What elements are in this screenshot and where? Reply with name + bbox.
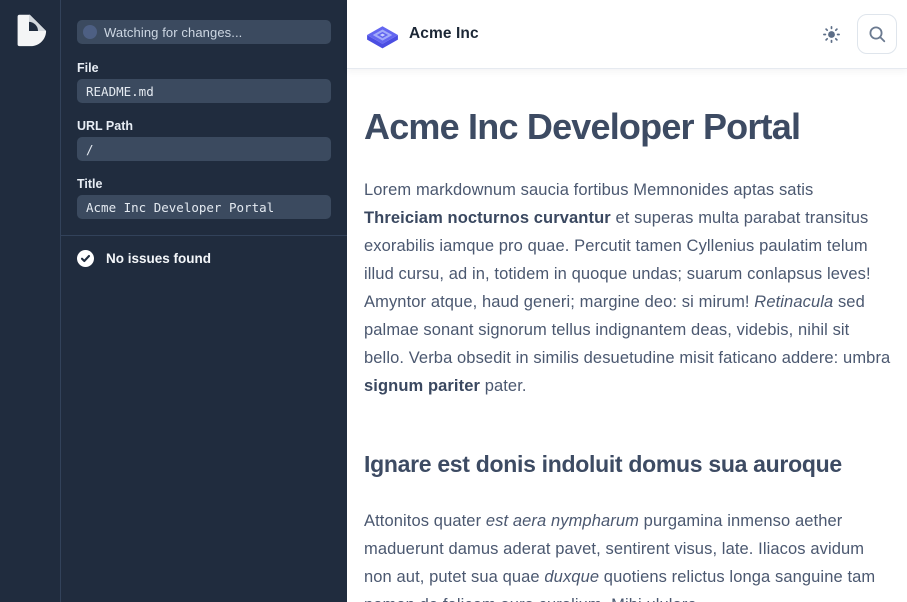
sidebar-rail [0,0,61,602]
magnifier-icon [868,25,887,44]
preview-scroll-area[interactable]: Acme Inc Developer Portal Lorem markdown… [347,69,907,602]
site-header: Acme Inc [347,0,907,69]
paragraph: Attonitos quater est aera nympharum purg… [364,507,891,602]
sidebar-panel: Watching for changes... File URL Path Ti… [61,0,347,602]
search-button[interactable] [857,14,897,54]
app-window: Watching for changes... File URL Path Ti… [0,0,907,602]
field-url-path: URL Path [77,119,331,161]
file-field-input[interactable] [77,79,331,103]
check-circle-icon [77,250,94,267]
title-field-input[interactable] [77,195,331,219]
metadata-fields: File URL Path Title [77,61,331,219]
decap-d-logo-icon [10,11,48,49]
section-heading: Ignare est donis indoluit domus sua auro… [364,450,891,479]
theme-toggle-button[interactable] [819,22,844,47]
watch-status: Watching for changes... [77,20,331,44]
site-preview: Acme Inc [347,0,907,602]
issues-status-label: No issues found [106,251,211,266]
doc-article: Acme Inc Developer Portal Lorem markdown… [347,69,907,602]
url-path-field-input[interactable] [77,137,331,161]
paragraph: Lorem markdownum saucia fortibus Memnoni… [364,176,891,400]
issues-section: No issues found [61,235,347,267]
file-field-label: File [77,61,331,75]
editor-sidebar: Watching for changes... File URL Path Ti… [0,0,347,602]
brand-name: Acme Inc [409,25,479,43]
pulse-dot-icon [83,25,97,39]
url-path-field-label: URL Path [77,119,331,133]
field-title: Title [77,177,331,219]
acme-logo-icon [364,16,401,53]
issues-status: No issues found [77,250,331,267]
watch-status-label: Watching for changes... [104,25,242,40]
field-file: File [77,61,331,103]
sun-icon [823,26,840,43]
title-field-label: Title [77,177,331,191]
page-title: Acme Inc Developer Portal [364,105,891,148]
brand-home-link[interactable]: Acme Inc [364,16,479,53]
